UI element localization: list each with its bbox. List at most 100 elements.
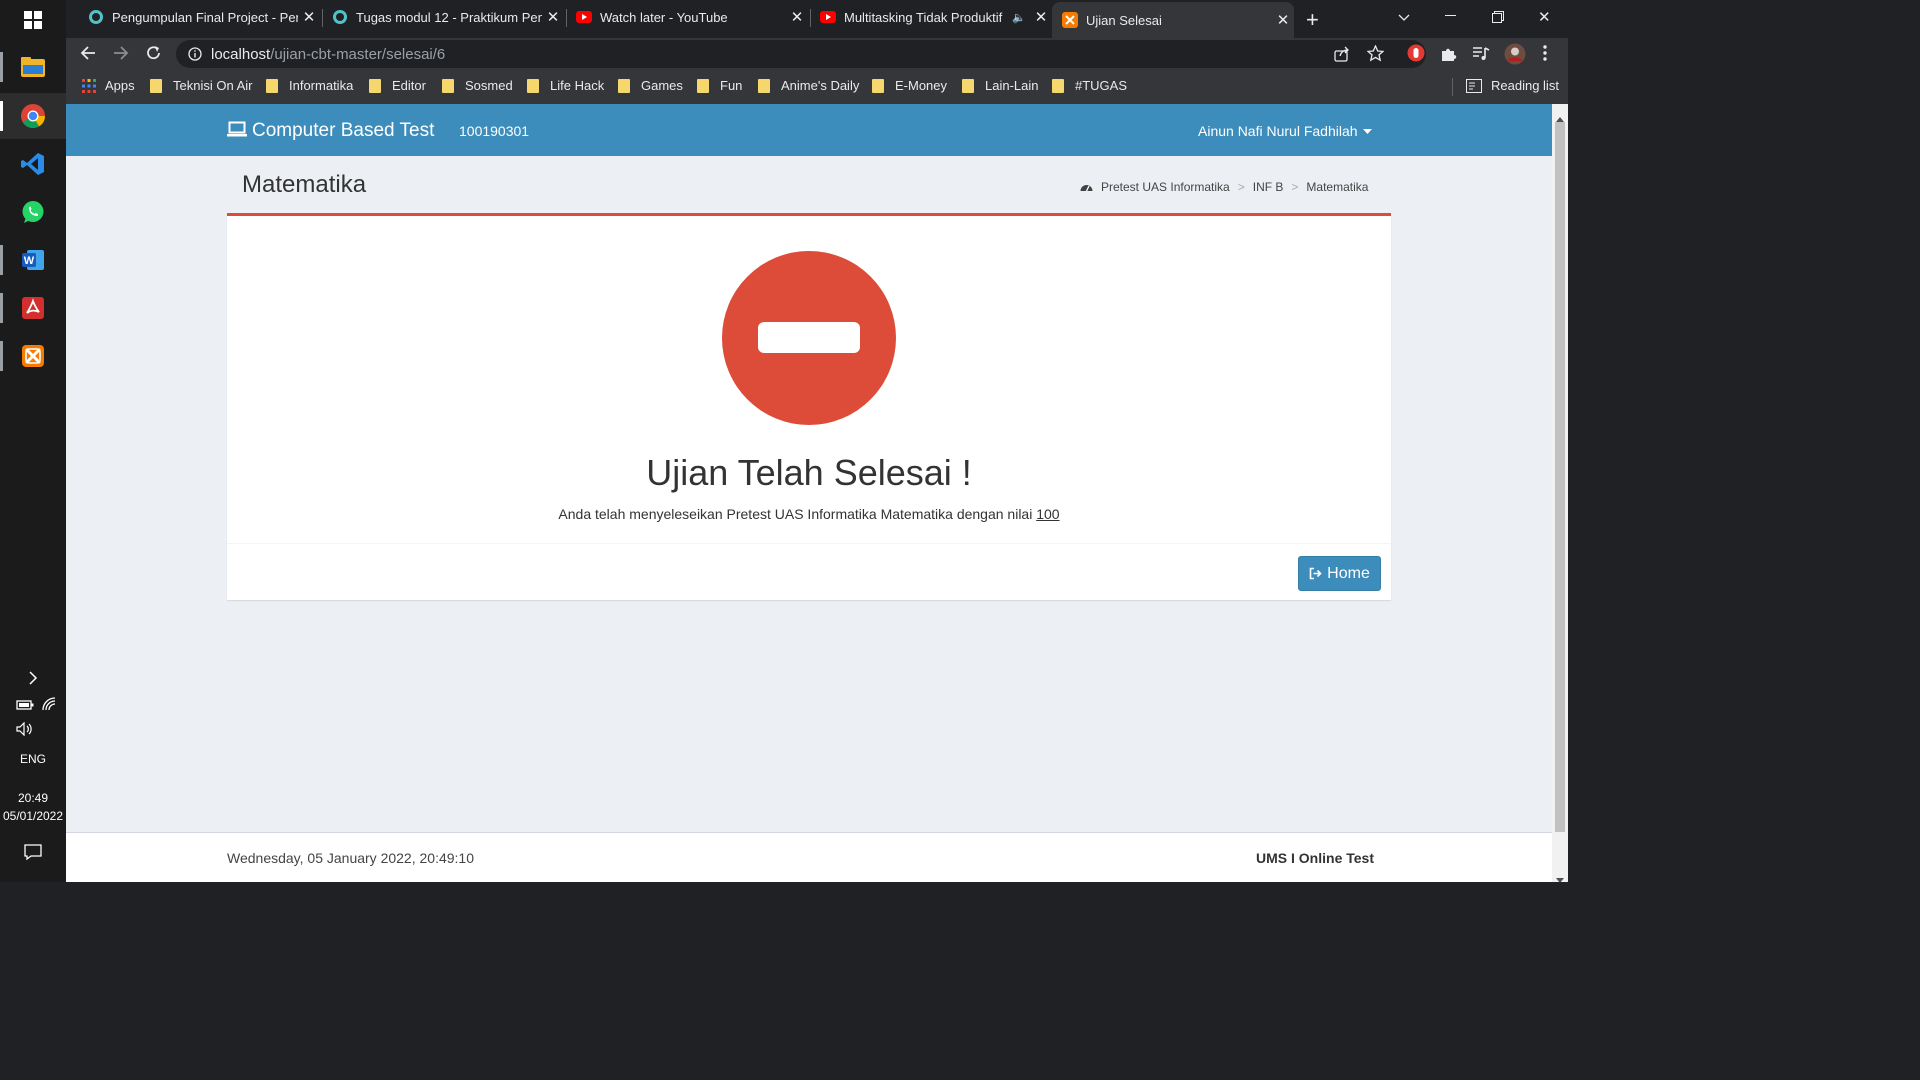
folder-icon bbox=[266, 78, 278, 93]
clock-date[interactable]: 05/01/2022 bbox=[0, 809, 66, 823]
reading-list-icon bbox=[1466, 78, 1482, 93]
result-message: Anda telah menyeleseikan Pretest UAS Inf… bbox=[227, 506, 1391, 522]
bookmark-folder[interactable]: Anime's Daily bbox=[758, 78, 859, 93]
restore-icon[interactable] bbox=[1492, 10, 1504, 28]
scrollbar-thumb[interactable] bbox=[1555, 122, 1565, 832]
new-tab-icon[interactable]: + bbox=[1306, 7, 1319, 33]
windows-taskbar: W ENG 20:49 05/01/2022 bbox=[0, 0, 66, 882]
file-explorer-icon[interactable] bbox=[0, 44, 66, 90]
bookmark-folder[interactable]: Games bbox=[618, 78, 683, 93]
bookmark-folder[interactable]: #TUGAS bbox=[1052, 78, 1127, 93]
close-tab-icon[interactable]: ✕ bbox=[786, 8, 808, 26]
notifications-icon[interactable] bbox=[24, 843, 42, 866]
battery-icon[interactable] bbox=[16, 698, 34, 716]
close-tab-icon[interactable]: ✕ bbox=[1030, 8, 1052, 26]
forward-icon[interactable] bbox=[113, 45, 129, 66]
folder-icon bbox=[527, 78, 539, 93]
tab-tugas-modul[interactable]: Tugas modul 12 - Praktikum Pem ✕ bbox=[322, 0, 564, 34]
site-info-icon[interactable] bbox=[188, 47, 202, 61]
bookmark-apps[interactable]: Apps bbox=[82, 78, 135, 93]
reload-icon[interactable] bbox=[146, 45, 162, 66]
breadcrumb-item[interactable]: INF B bbox=[1253, 180, 1284, 194]
show-hidden-icons-chevron-icon[interactable] bbox=[0, 660, 66, 696]
close-tab-icon[interactable]: ✕ bbox=[298, 8, 320, 26]
bookmark-label: Games bbox=[641, 78, 683, 93]
home-button-label: Home bbox=[1327, 564, 1370, 582]
word-icon[interactable]: W bbox=[0, 237, 66, 283]
page-scrollbar[interactable] bbox=[1552, 104, 1568, 882]
bookmark-label: Life Hack bbox=[550, 78, 605, 93]
close-tab-icon[interactable]: ✕ bbox=[1272, 11, 1294, 29]
moodle-favicon-icon bbox=[88, 9, 104, 25]
extension-stop-icon[interactable] bbox=[1407, 44, 1425, 67]
wifi-icon[interactable] bbox=[41, 697, 57, 716]
tab-pengumpulan[interactable]: Pengumpulan Final Project - Pem ✕ bbox=[78, 0, 320, 34]
bookmark-label: E-Money bbox=[895, 78, 948, 93]
address-bar[interactable]: localhost/ujian-cbt-master/selesai/6 bbox=[176, 40, 1426, 68]
bookmark-label: Teknisi On Air bbox=[173, 78, 253, 93]
breadcrumb-item[interactable]: Pretest UAS Informatika bbox=[1101, 180, 1230, 194]
bookmark-label: #TUGAS bbox=[1075, 78, 1128, 93]
apps-grid-icon bbox=[82, 78, 96, 93]
minimize-icon[interactable] bbox=[1445, 15, 1456, 16]
bookmark-folder[interactable]: E-Money bbox=[872, 78, 947, 93]
bookmark-folder[interactable]: Fun bbox=[697, 78, 742, 93]
reading-list[interactable]: Reading list bbox=[1466, 78, 1559, 93]
bookmark-folder[interactable]: Sosmed bbox=[442, 78, 513, 93]
score-value: 100 bbox=[1036, 506, 1060, 522]
stop-sign-icon bbox=[721, 250, 897, 431]
breadcrumb-item: Matematika bbox=[1306, 180, 1369, 194]
bookmarks-bar: Apps Teknisi On Air Informatika Editor S… bbox=[66, 70, 1568, 104]
laptop-icon bbox=[227, 121, 247, 142]
media-queue-icon[interactable] bbox=[1472, 46, 1490, 66]
back-icon[interactable] bbox=[80, 45, 96, 66]
dashboard-icon bbox=[1080, 182, 1093, 192]
whatsapp-icon[interactable] bbox=[0, 189, 66, 235]
extensions-puzzle-icon[interactable] bbox=[1440, 45, 1457, 67]
acrobat-icon[interactable] bbox=[0, 285, 66, 331]
bookmark-folder[interactable]: Lain-Lain bbox=[962, 78, 1039, 93]
scroll-down-arrow-icon[interactable] bbox=[1556, 870, 1564, 882]
clock-time[interactable]: 20:49 bbox=[0, 791, 66, 805]
bookmark-folder[interactable]: Teknisi On Air bbox=[150, 78, 252, 93]
audio-playing-icon[interactable]: 🔈 bbox=[1008, 11, 1030, 24]
web-page: Computer Based Test 100190301 Ainun Nafi… bbox=[66, 104, 1568, 882]
bookmark-folder[interactable]: Life Hack bbox=[527, 78, 604, 93]
browser-toolbar: localhost/ujian-cbt-master/selesai/6 bbox=[66, 38, 1568, 70]
result-message-text: Anda telah menyeleseikan Pretest UAS Inf… bbox=[558, 506, 1033, 522]
tab-title: Tugas modul 12 - Praktikum Pem bbox=[356, 9, 542, 25]
tab-search-chevron-icon[interactable] bbox=[1398, 9, 1410, 27]
brand-title[interactable]: Computer Based Test bbox=[252, 120, 434, 142]
bookmark-star-icon[interactable] bbox=[1366, 44, 1385, 67]
close-tab-icon[interactable]: ✕ bbox=[542, 8, 564, 26]
volume-icon[interactable] bbox=[16, 721, 34, 741]
close-window-icon[interactable]: ✕ bbox=[1538, 8, 1551, 26]
folder-icon bbox=[758, 78, 770, 93]
bookmark-label: Sosmed bbox=[465, 78, 513, 93]
browser-tab-strip: Pengumpulan Final Project - Pem ✕ Tugas … bbox=[66, 0, 1568, 38]
tab-multitasking[interactable]: Multitasking Tidak Produktif 🔈 ✕ bbox=[810, 0, 1052, 34]
tab-watch-later[interactable]: Watch later - YouTube ✕ bbox=[566, 0, 808, 34]
user-menu[interactable]: Ainun Nafi Nurul Fadhilah bbox=[1198, 123, 1372, 139]
chrome-icon[interactable] bbox=[0, 93, 66, 139]
svg-text:W: W bbox=[24, 255, 35, 267]
xampp-icon[interactable] bbox=[0, 333, 66, 379]
bookmark-folder[interactable]: Informatika bbox=[266, 78, 353, 93]
bookmark-folder[interactable]: Editor bbox=[369, 78, 426, 93]
home-button[interactable]: Home bbox=[1298, 556, 1381, 591]
folder-icon bbox=[442, 78, 454, 93]
windows-start-icon[interactable] bbox=[0, 0, 66, 40]
tab-ujian-selesai[interactable]: Ujian Selesai ✕ bbox=[1052, 2, 1294, 38]
share-icon[interactable] bbox=[1334, 46, 1350, 67]
breadcrumb: Pretest UAS Informatika > INF B > Matema… bbox=[1080, 180, 1368, 194]
tab-title: Ujian Selesai bbox=[1086, 12, 1162, 28]
youtube-favicon-icon bbox=[820, 9, 836, 25]
profile-avatar-icon[interactable] bbox=[1504, 43, 1526, 70]
vscode-icon[interactable] bbox=[0, 141, 66, 187]
input-language[interactable]: ENG bbox=[0, 752, 66, 766]
folder-icon bbox=[369, 78, 381, 93]
chrome-menu-icon[interactable] bbox=[1543, 45, 1547, 66]
tab-title: Watch later - YouTube bbox=[600, 9, 728, 25]
user-id: 100190301 bbox=[459, 123, 530, 139]
tab-title: Multitasking Tidak Produktif bbox=[844, 9, 1003, 25]
